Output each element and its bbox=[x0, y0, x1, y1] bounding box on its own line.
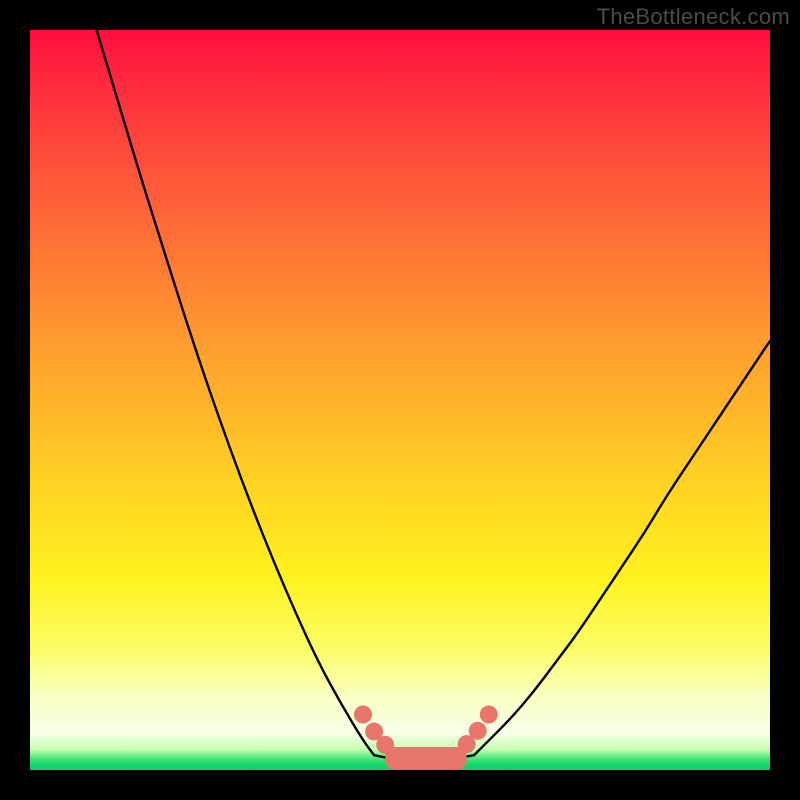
right-mid-dot bbox=[469, 722, 487, 740]
left-mid-dot bbox=[365, 723, 383, 741]
left-branch-curve bbox=[97, 30, 375, 755]
plot-area bbox=[30, 30, 770, 770]
floor-bar-layer bbox=[385, 747, 466, 769]
right-upper-dot bbox=[480, 706, 498, 724]
valley-floor-bar bbox=[385, 747, 466, 769]
right-lower-dot bbox=[458, 735, 476, 753]
chart-frame: TheBottleneck.com bbox=[0, 0, 800, 800]
attribution-text: TheBottleneck.com bbox=[597, 4, 790, 30]
curve-layer bbox=[97, 30, 770, 761]
chart-svg bbox=[30, 30, 770, 770]
right-branch-curve bbox=[474, 341, 770, 755]
left-upper-dot bbox=[354, 706, 372, 724]
left-lower-dot bbox=[376, 736, 394, 754]
marker-layer bbox=[354, 706, 498, 754]
valley-floor-curve bbox=[374, 755, 474, 761]
